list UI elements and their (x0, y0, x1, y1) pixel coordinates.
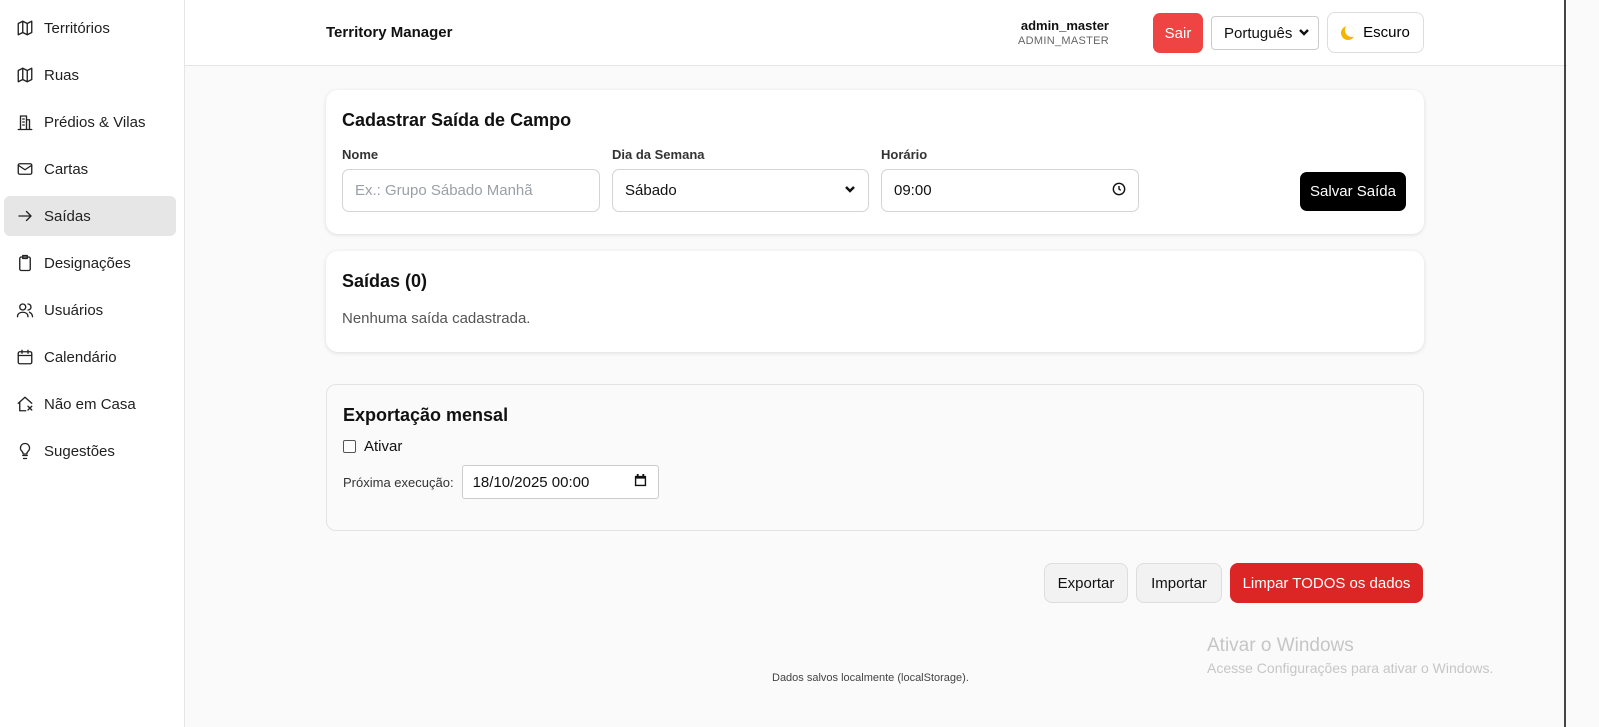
language-select[interactable]: Português (1211, 16, 1319, 50)
sidebar-item-saidas[interactable]: Saídas (4, 196, 176, 236)
outings-list-card: Saídas (0) Nenhuma saída cadastrada. (326, 251, 1424, 352)
import-button[interactable]: Importar (1136, 563, 1222, 603)
sidebar-item-usuarios[interactable]: Usuários (4, 290, 176, 330)
moon-icon (1341, 25, 1356, 40)
windows-activation-title: Ativar o Windows (1207, 635, 1354, 656)
sidebar-item-sugestoes[interactable]: Sugestões (4, 431, 176, 471)
building-icon (16, 113, 34, 131)
weekday-select[interactable]: Sábado (612, 169, 869, 212)
map-icon (16, 66, 34, 84)
sidebar-item-territorios[interactable]: Territórios (4, 8, 176, 48)
sidebar-item-nao-em-casa[interactable]: Não em Casa (4, 384, 176, 424)
name-label: Nome (342, 147, 379, 162)
sidebar-item-predios[interactable]: Prédios & Vilas (4, 102, 176, 142)
house-x-icon (16, 395, 34, 413)
weekday-value: Sábado (625, 182, 677, 199)
enable-export-checkbox[interactable] (343, 440, 356, 453)
sidebar-item-designacoes[interactable]: Designações (4, 243, 176, 283)
clear-all-data-button[interactable]: Limpar TODOS os dados (1230, 563, 1423, 603)
outings-empty-message: Nenhuma saída cadastrada. (342, 310, 531, 327)
clipboard-icon (16, 254, 34, 272)
save-outing-button[interactable]: Salvar Saída (1300, 172, 1406, 211)
next-run-value: 18/10/2025 00:00 (472, 473, 590, 491)
outings-list-title: Saídas (0) (342, 271, 428, 291)
monthly-export-card: Exportação mensal Ativar Próxima execuçã… (326, 384, 1424, 531)
time-input[interactable]: 09:00 (881, 169, 1139, 212)
next-run-datetime-input[interactable]: 18/10/2025 00:00 (461, 465, 659, 499)
create-outing-card: Cadastrar Saída de Campo Nome Ex.: Grupo… (326, 90, 1424, 234)
sidebar-item-label: Não em Casa (44, 395, 136, 413)
create-outing-title: Cadastrar Saída de Campo (342, 110, 572, 130)
enable-export-row: Ativar (343, 438, 1407, 455)
calendar-icon[interactable] (633, 473, 648, 492)
theme-toggle-button[interactable]: Escuro (1327, 12, 1424, 53)
storage-footer-note: Dados salvos localmente (localStorage). (772, 672, 969, 684)
sidebar-item-ruas[interactable]: Ruas (4, 55, 176, 95)
export-button[interactable]: Exportar (1044, 563, 1128, 603)
enable-export-label: Ativar (364, 438, 403, 455)
arrow-right-icon (16, 207, 34, 225)
chevron-down-icon (844, 182, 856, 199)
time-label: Horário (881, 147, 928, 162)
app-title: Territory Manager (326, 24, 453, 41)
name-placeholder: Ex.: Grupo Sábado Manhã (355, 182, 533, 199)
sidebar-item-calendario[interactable]: Calendário (4, 337, 176, 377)
window-scrollbar[interactable] (1564, 0, 1566, 727)
users-icon (16, 301, 34, 319)
map-icon (16, 19, 34, 37)
monthly-export-title: Exportação mensal (343, 405, 509, 425)
language-value: Português (1224, 24, 1293, 42)
sidebar-item-label: Designações (44, 254, 131, 272)
next-run-label: Próxima execução: (343, 474, 454, 490)
sidebar-item-cartas[interactable]: Cartas (4, 149, 176, 189)
sidebar-item-label: Calendário (44, 348, 117, 366)
sidebar-item-label: Cartas (44, 160, 89, 178)
sidebar-item-label: Sugestões (44, 442, 115, 460)
sidebar: Territórios Ruas Prédios & Vilas Cartas … (0, 0, 185, 727)
user-role: ADMIN_MASTER (1018, 35, 1109, 47)
theme-label: Escuro (1363, 24, 1410, 41)
next-run-row: Próxima execução: 18/10/2025 00:00 (343, 465, 1407, 499)
mail-icon (16, 160, 34, 178)
sidebar-item-label: Ruas (44, 66, 80, 84)
chevron-down-icon (1298, 25, 1310, 42)
user-info: admin_master ADMIN_MASTER (1018, 18, 1109, 47)
time-value: 09:00 (894, 182, 932, 199)
user-name: admin_master (1020, 18, 1109, 33)
sidebar-item-label: Saídas (44, 207, 91, 225)
name-input[interactable]: Ex.: Grupo Sábado Manhã (342, 169, 600, 212)
sidebar-item-label: Prédios & Vilas (44, 113, 146, 131)
windows-activation-subtitle: Acesse Configurações para ativar o Windo… (1207, 660, 1494, 676)
lightbulb-icon (16, 442, 34, 460)
logout-button[interactable]: Sair (1153, 13, 1203, 53)
calendar-icon (16, 348, 34, 366)
clock-icon[interactable] (1112, 182, 1126, 200)
weekday-label: Dia da Semana (612, 147, 705, 162)
sidebar-item-label: Usuários (44, 301, 104, 319)
sidebar-item-label: Territórios (44, 19, 110, 37)
